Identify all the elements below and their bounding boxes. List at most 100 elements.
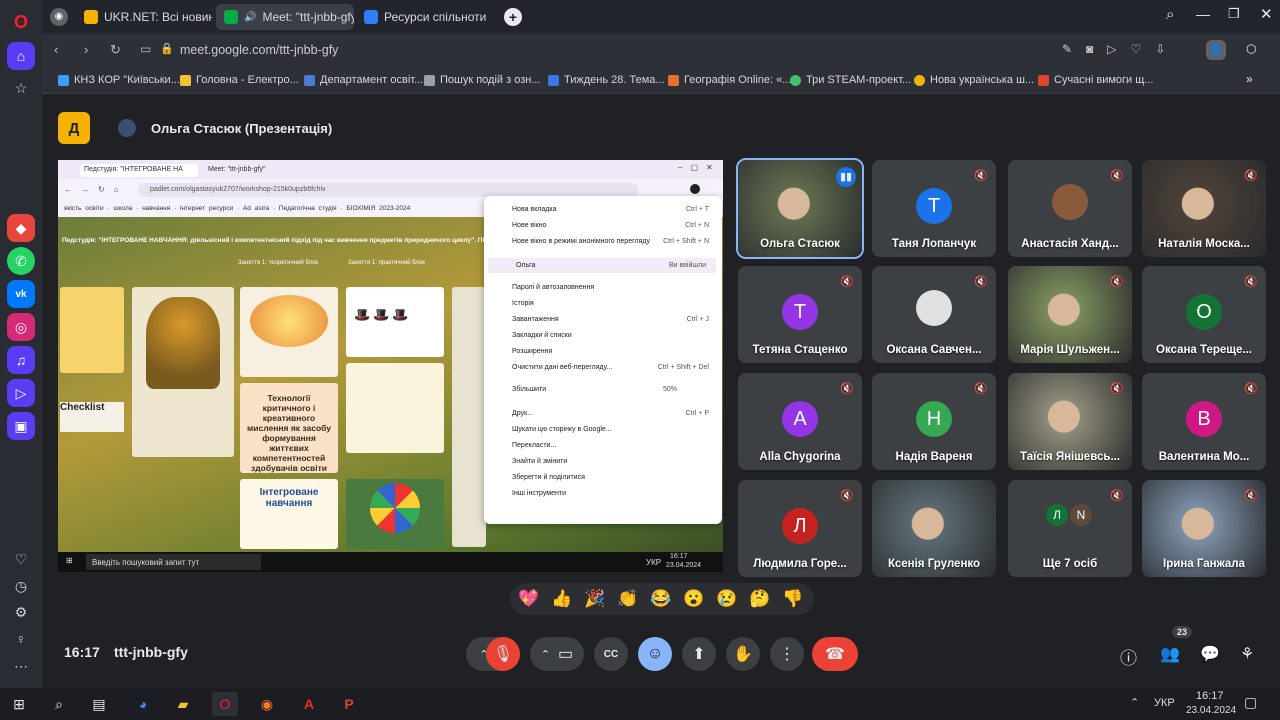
chrome-app-icon[interactable]: ◕	[130, 692, 156, 716]
bookmark-item[interactable]: КНЗ КОР "Київськи...	[58, 71, 180, 89]
participant-tile[interactable]: A 🔇 Alla Chygorina	[738, 373, 862, 470]
participant-tile[interactable]: 🔇 Марія Шульжен...	[1008, 266, 1132, 363]
tray-time[interactable]: 16:17	[1196, 690, 1224, 702]
menu-item[interactable]: Закладки й списки	[484, 328, 719, 343]
new-tab-icon[interactable]: +	[504, 8, 522, 26]
wallet-icon[interactable]: ▣	[7, 412, 35, 440]
opera-app-icon[interactable]: O	[212, 692, 238, 716]
participant-tile[interactable]: H 🔇 Надія Вареня	[872, 373, 996, 470]
reload-icon[interactable]: ↻	[110, 42, 121, 58]
menu-item[interactable]: Нове вікно в режимі анонімного перегляду…	[484, 234, 719, 249]
explorer-app-icon[interactable]: ▰	[170, 692, 196, 716]
reaction-emoji[interactable]: 👏	[615, 586, 641, 612]
menu-item[interactable]: Знайти й змінити	[484, 454, 719, 469]
menu-item[interactable]: Розширення	[484, 344, 719, 359]
chrome-menu[interactable]: Нова вкладка Ctrl + T Нове вікно Ctrl + N …	[484, 196, 722, 524]
bookmark-item[interactable]: Сучасні вимоги щ...	[1038, 71, 1153, 89]
participant-tile[interactable]: O 🔇 Оксана Терещe...	[1142, 266, 1266, 363]
minimize-icon[interactable]: —	[1196, 6, 1210, 22]
restore-icon[interactable]: ❐	[1228, 6, 1240, 22]
captions-button[interactable]: CC	[594, 637, 628, 671]
camera-indicator-icon[interactable]: ▭	[140, 42, 151, 56]
opera-logo-icon[interactable]: O	[7, 8, 35, 36]
info-icon[interactable]: ⓘ	[1120, 644, 1137, 669]
workspace-icon[interactable]: ◉	[50, 8, 68, 26]
menu-item[interactable]: Шукати цю сторінку в Google...	[484, 422, 719, 437]
home-icon[interactable]: ⌂	[7, 42, 35, 70]
activities-icon[interactable]: ⚘	[1240, 644, 1254, 664]
reactions-button[interactable]: ☺	[638, 637, 672, 671]
address-actions[interactable]: ✎◙▷♡⇩	[1062, 42, 1179, 56]
participant-tile[interactable]: 🔇 Ірина Ганжала	[1142, 480, 1266, 577]
reaction-emoji[interactable]: 😮	[681, 586, 707, 612]
reaction-emoji[interactable]: 😂	[648, 586, 674, 612]
search-icon[interactable]: ⌕	[46, 692, 72, 716]
bookmark-item[interactable]: Географія Online: «...	[668, 71, 791, 89]
participant-tile[interactable]: T 🔇 Тетяна Стаценко	[738, 266, 862, 363]
reaction-emoji[interactable]: 💖	[516, 586, 542, 612]
acrobat-app-icon[interactable]: A	[296, 692, 322, 716]
reaction-emoji[interactable]: 🤔	[747, 586, 773, 612]
notifications-icon[interactable]: ▢	[1244, 694, 1257, 711]
tray-lang[interactable]: УКР	[1154, 697, 1175, 709]
menu-item[interactable]: Очистити дані веб-перегляду... Ctrl + Shi…	[484, 360, 719, 375]
task-view-icon[interactable]: ▤	[86, 692, 112, 716]
forward-icon[interactable]: ›	[84, 42, 88, 57]
participant-tile[interactable]: T 🔇 Таня Лопанчук	[872, 160, 996, 257]
whatsapp-icon[interactable]: ✆	[7, 247, 35, 275]
bookmarks-overflow-icon[interactable]: »	[1246, 72, 1253, 86]
search-tabs-icon[interactable]: ⌕	[1166, 6, 1174, 23]
tray-chevron-icon[interactable]: ⌃	[1130, 696, 1139, 709]
raise-hand-button[interactable]: ✋	[726, 637, 760, 671]
tab-meet[interactable]: 🔊 Meet: "ttt-jnbb-gfy	[216, 4, 354, 30]
chat-icon[interactable]: 💬	[1200, 644, 1220, 664]
instagram-icon[interactable]: ◎	[7, 313, 35, 341]
menu-item[interactable]: Нове вікно Ctrl + N	[484, 218, 719, 233]
participant-tile[interactable]: 🔇 Оксана Савчен...	[872, 266, 996, 363]
present-button[interactable]: ⬆	[682, 637, 716, 671]
bookmark-item[interactable]: Пошук подій з озн...	[424, 71, 541, 89]
bookmark-item[interactable]: Департамент освіт...	[304, 71, 423, 89]
menu-item[interactable]: Завантаження Ctrl + J	[484, 312, 719, 327]
reaction-emoji[interactable]: 🎉	[582, 586, 608, 612]
aria-icon[interactable]: ◆	[7, 214, 35, 242]
mic-toggle-button[interactable]: 🎙	[486, 637, 520, 671]
participant-tile[interactable]: Л N 🔇 Ще 7 осіб	[1008, 480, 1132, 577]
pin-icon[interactable]: ☆	[7, 74, 35, 102]
menu-zoom[interactable]: Збільшити 50%	[484, 382, 719, 397]
bookmark-item[interactable]: Нова українська ш...	[914, 71, 1034, 89]
powerpoint-app-icon[interactable]: P	[336, 692, 362, 716]
extensions-icon[interactable]: ⬡	[1246, 42, 1256, 56]
bookmark-item[interactable]: Тиждень 28. Тема...	[548, 71, 665, 89]
menu-item[interactable]: Перекласти...	[484, 438, 719, 453]
windows-start-icon[interactable]: ⊞	[6, 692, 32, 716]
url-text[interactable]: meet.google.com/ttt-jnbb-gfy	[180, 43, 338, 57]
participant-tile[interactable]: 🔇 Анастасія Ханд...	[1008, 160, 1132, 257]
menu-item[interactable]: Інші інструменти	[484, 486, 719, 501]
bookmark-item[interactable]: Головна - Електро...	[180, 71, 299, 89]
shared-screen[interactable]: Педстудія: "ІНТЕГРОВАНЕ НА Meet: "ttt-jn…	[58, 160, 723, 552]
reaction-emoji[interactable]: 👍	[549, 586, 575, 612]
participant-tile[interactable]: Ксенія Груленко	[872, 480, 996, 577]
participant-tile[interactable]: 🔇 Таїсія Янішевсь...	[1008, 373, 1132, 470]
camera-button[interactable]: ⌃ ▭	[530, 637, 584, 671]
settings-icon[interactable]: ⚙	[7, 598, 35, 626]
lock-icon[interactable]: 🔒	[160, 42, 174, 55]
menu-item[interactable]: Історія	[484, 296, 719, 311]
reaction-emoji[interactable]: 😢	[714, 586, 740, 612]
player-icon[interactable]: ▷	[7, 379, 35, 407]
music-icon[interactable]: ♫	[7, 346, 35, 374]
leave-call-button[interactable]: ☎	[812, 637, 858, 671]
menu-item[interactable]: Нова вкладка Ctrl + T	[484, 202, 719, 217]
bulb-icon[interactable]: ♀	[7, 625, 35, 653]
close-window-icon[interactable]: ✕	[1260, 5, 1273, 23]
tab-ukrnet[interactable]: UKR.NET: Всі новини Укр	[76, 4, 212, 30]
participant-tile[interactable]: Л 🔇 Людмила Горе...	[738, 480, 862, 577]
heart-icon[interactable]: ♡	[7, 545, 35, 573]
profile-icon[interactable]: 👤	[1206, 40, 1226, 60]
firefox-app-icon[interactable]: ◉	[254, 692, 280, 716]
participant-tile[interactable]: ▮▮ Ольга Стасюк	[736, 158, 864, 259]
people-icon[interactable]: 👥	[1160, 644, 1180, 664]
participant-tile[interactable]: B 🔇 Валентина Мо...	[1142, 373, 1266, 470]
more-icon[interactable]: ⋯	[7, 652, 35, 680]
